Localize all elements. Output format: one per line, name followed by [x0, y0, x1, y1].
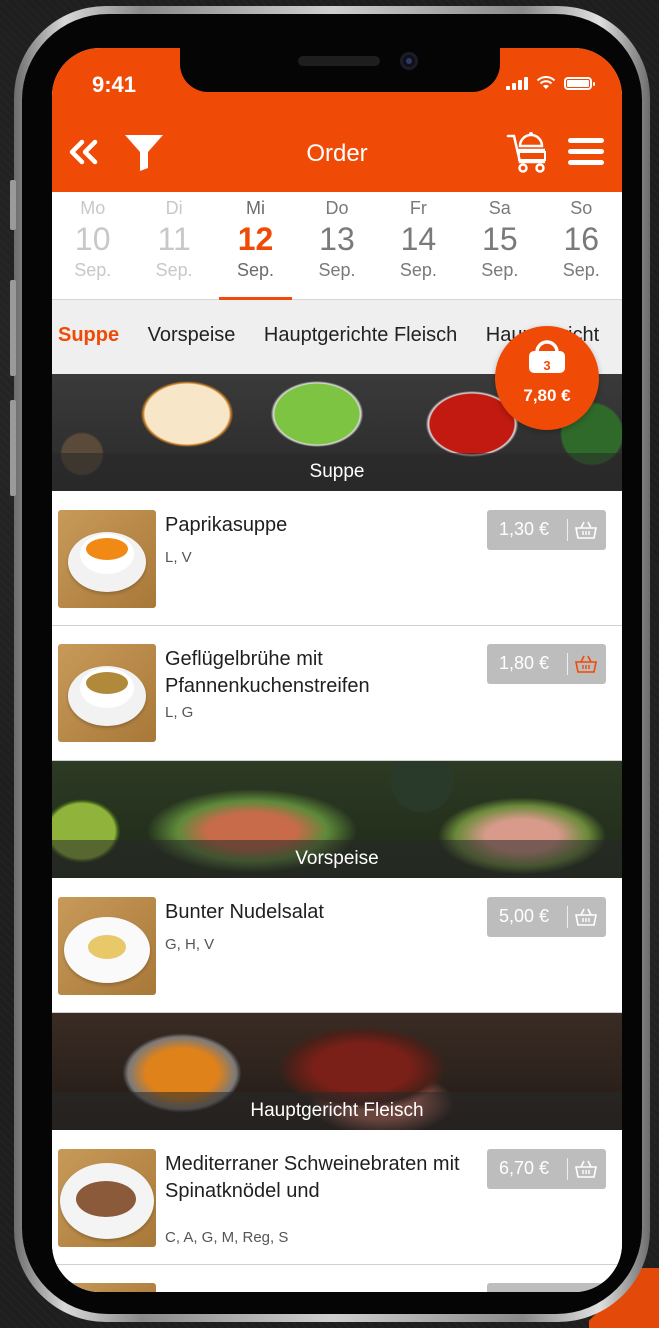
- day-month: Sep.: [237, 260, 275, 280]
- section-title: Vorspeise: [52, 840, 622, 878]
- day-date: 11: [157, 221, 191, 257]
- day-date: 14: [400, 221, 437, 257]
- notch: [180, 48, 500, 92]
- day-date: 13: [319, 221, 355, 257]
- dish-price: 1,30 €: [499, 519, 550, 539]
- dish-image: [58, 1149, 156, 1247]
- speaker: [298, 56, 380, 66]
- day-name: Fr: [409, 198, 427, 218]
- add-to-cart-button[interactable]: 1,30 €: [487, 510, 606, 550]
- dish-price: 5,00 €: [499, 906, 550, 926]
- day-month: Sep.: [155, 260, 193, 280]
- day-date: 12: [237, 221, 274, 257]
- wifi-icon: [536, 76, 556, 89]
- day-date: 15: [482, 221, 518, 257]
- day-date: 16: [563, 221, 600, 257]
- basket-icon-in-cart: [575, 655, 597, 673]
- day-name: Mo: [80, 198, 106, 218]
- day-name: So: [570, 198, 593, 218]
- dish-allergens: G, H, V: [165, 936, 215, 953]
- dish-image: [58, 1283, 156, 1292]
- dish-image: [58, 644, 156, 742]
- dish-allergens: L, V: [165, 549, 192, 566]
- list-item: Paprikasuppe L, V 1,30 €: [52, 491, 622, 626]
- dish-image: [58, 510, 156, 608]
- dish-price: 1,80 €: [499, 653, 550, 673]
- tab-suppe[interactable]: Suppe: [58, 324, 119, 347]
- day-month: Sep.: [74, 260, 112, 280]
- add-to-cart-button[interactable]: 5,00 €: [487, 897, 606, 937]
- day-di[interactable]: Di 11 Sep.: [133, 192, 214, 299]
- day-month: Sep.: [481, 260, 519, 280]
- list-item: Geflügelbrühe mit Pfannenkuchenstreifen …: [52, 626, 622, 761]
- day-name: Di: [165, 198, 183, 218]
- day-fr[interactable]: Fr 14 Sep.: [378, 192, 459, 299]
- basket-icon: [575, 1160, 597, 1178]
- day-month: Sep.: [318, 260, 356, 280]
- dish-name: Mediterraner Schweinebraten mit Spinatkn…: [165, 1153, 460, 1202]
- day-month: Sep.: [562, 260, 600, 280]
- add-to-cart-button[interactable]: 6,70 €: [487, 1149, 606, 1189]
- floating-cart-button[interactable]: 3 7,80 €: [495, 326, 599, 430]
- list-item: Bunter Nudelsalat G, H, V 5,00 €: [52, 878, 622, 1013]
- day-selector: Mo 10 Sep. Di 11 Sep. Mi 12 Sep. Do 13 S…: [52, 192, 622, 300]
- status-icons: [506, 76, 595, 90]
- basket-icon: [575, 521, 597, 539]
- day-name: Do: [325, 198, 349, 218]
- basket-icon: [575, 908, 597, 926]
- list-item: Mediterraner Schweinebraten mit Spinatkn…: [52, 1130, 622, 1265]
- status-time: 9:41: [92, 72, 137, 97]
- hamburger-menu-icon[interactable]: [568, 136, 604, 168]
- cart-total: 7,80 €: [523, 386, 571, 405]
- day-month: Sep.: [399, 260, 437, 280]
- dish-image: [58, 897, 156, 995]
- mute-switch: [10, 180, 16, 230]
- cart-count: 3: [543, 358, 551, 373]
- camera: [400, 52, 418, 70]
- volume-up-button: [10, 280, 16, 376]
- day-name: Mi: [246, 198, 266, 218]
- day-date: 10: [74, 221, 111, 257]
- add-to-cart-button[interactable]: 1,80 €: [487, 644, 606, 684]
- section-title: Hauptgericht Fleisch: [52, 1092, 622, 1130]
- day-sa[interactable]: Sa 15 Sep.: [459, 192, 540, 299]
- add-to-cart-button[interactable]: [487, 1283, 606, 1292]
- battery-icon: [564, 76, 595, 90]
- day-mo[interactable]: Mo 10 Sep.: [52, 192, 133, 299]
- signal-icon: [506, 76, 528, 90]
- section-banner-vorspeise: Vorspeise: [52, 761, 622, 878]
- volume-down-button: [10, 400, 16, 496]
- dish-name: Geflügelbrühe mit Pfannenkuchenstreifen: [165, 648, 370, 697]
- day-mi[interactable]: Mi 12 Sep.: [215, 192, 296, 300]
- dish-name: Bunter Nudelsalat: [165, 901, 324, 923]
- day-name: Sa: [488, 198, 511, 218]
- dish-allergens: C, A, G, M, Reg, S: [165, 1229, 289, 1246]
- tab-hauptgerichte-fleisch[interactable]: Hauptgerichte Fleisch: [264, 324, 457, 347]
- dish-allergens: L, G: [165, 704, 194, 721]
- tab-vorspeise[interactable]: Vorspeise: [148, 324, 236, 347]
- section-title: Suppe: [52, 453, 622, 491]
- dish-name: Paprikasuppe: [165, 514, 288, 536]
- section-banner-hauptgericht-fleisch: Hauptgericht Fleisch: [52, 1013, 622, 1130]
- day-do[interactable]: Do 13 Sep.: [296, 192, 377, 299]
- app-screen: 9:41 Order Mo 10 Sep. Di 11 Sep. Mi 12 S…: [52, 48, 622, 1292]
- day-so[interactable]: So 16 Sep.: [541, 192, 622, 299]
- cart-delivery-icon[interactable]: [506, 128, 550, 176]
- dish-price: 6,70 €: [499, 1158, 550, 1178]
- list-item-partial: [52, 1265, 622, 1292]
- menu-list: Suppe Paprikasuppe L, V 1,30 € Geflügelb…: [52, 374, 622, 1292]
